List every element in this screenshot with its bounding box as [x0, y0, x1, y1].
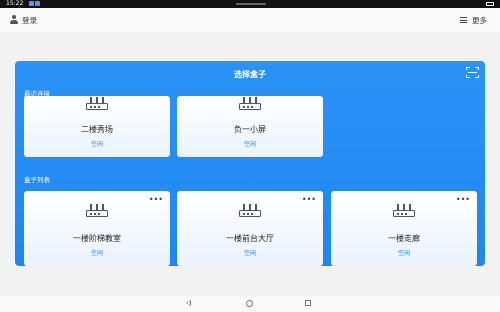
box-status: 空闲 — [90, 141, 103, 148]
notification-icons — [28, 0, 41, 8]
recent-box-card[interactable]: 二楼秀场 空闲 — [24, 96, 170, 157]
box-status: 空闲 — [90, 250, 103, 257]
box-card[interactable]: ••• 一楼走廊 空闲 — [331, 191, 477, 266]
more-button[interactable]: 更多 — [460, 14, 487, 26]
router-icon — [393, 204, 415, 218]
nav-recent-icon[interactable] — [305, 300, 311, 306]
box-card[interactable]: ••• 一楼前台大厅 空闲 — [177, 191, 323, 266]
scan-icon[interactable] — [466, 67, 479, 78]
more-label: 更多 — [472, 15, 487, 25]
box-status: 空闲 — [397, 250, 410, 257]
box-name: 一楼阶梯教室 — [73, 234, 121, 243]
box-name: 一楼走廊 — [388, 234, 420, 243]
box-status: 空闲 — [243, 141, 256, 148]
router-icon — [86, 204, 108, 218]
box-name: 负一小屏 — [234, 125, 266, 134]
box-name: 一楼前台大厅 — [226, 234, 274, 243]
box-status: 空闲 — [243, 250, 256, 257]
recent-box-card[interactable]: 负一小屏 空闲 — [177, 96, 323, 157]
menu-icon — [460, 17, 467, 23]
system-nav-bar — [0, 296, 500, 312]
more-dots-icon[interactable]: ••• — [149, 196, 163, 204]
nav-home-icon[interactable] — [246, 300, 253, 307]
more-dots-icon[interactable]: ••• — [302, 196, 316, 204]
router-icon — [86, 97, 108, 111]
camera-notch — [236, 3, 266, 5]
box-name: 二楼秀场 — [81, 125, 113, 134]
more-dots-icon[interactable]: ••• — [456, 196, 470, 204]
login-button[interactable]: 登录 — [9, 14, 37, 26]
box-card[interactable]: ••• 一楼阶梯教室 空闲 — [24, 191, 170, 266]
panel-title: 选择盒子 — [234, 70, 266, 79]
top-bar: 登录 更多 — [0, 8, 500, 32]
status-time: 15:22 — [6, 0, 24, 7]
user-icon — [9, 15, 18, 25]
box-selection-panel: 选择盒子 最近连接 二楼秀场 空闲 负一小屏 空闲 盒子列表 ••• 一楼阶梯教… — [15, 61, 485, 266]
router-icon — [239, 97, 261, 111]
box-list-section-label: 盒子列表 — [24, 176, 50, 184]
battery-icon — [486, 2, 494, 6]
router-icon — [239, 204, 261, 218]
status-bar: 15:22 — [0, 0, 500, 8]
login-label: 登录 — [22, 15, 37, 25]
nav-back-icon[interactable] — [186, 300, 191, 306]
